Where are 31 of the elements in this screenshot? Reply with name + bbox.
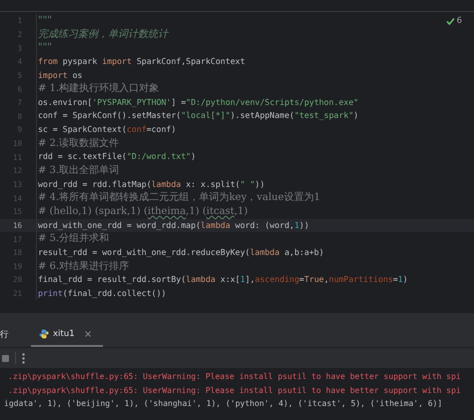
- code-line: # 6.对结果进行排序: [36, 260, 130, 274]
- code-line: os.environ['PYSPARK_PYTHON'] ="D:/python/venv/Scripts/python.exe": [36, 96, 358, 110]
- stop-icon[interactable]: [2, 354, 9, 362]
- code-line: # 2.读取数据文件: [36, 136, 120, 150]
- code-line: result_rdd = word_with_one_rdd.reduceByKey(lambda a,b:a+b): [36, 246, 324, 260]
- code-line: word_with_one_rdd = word_rdd.map(lambda word: (word,1)): [36, 218, 310, 232]
- code-line: final_rdd = result_rdd.sortBy(lambda x:x[1],ascending=True,numPartitions=1): [36, 273, 408, 287]
- output-line: igdata', 1), ('beijing', 1), ('shanghai', 1), ('python', 4), ('itcast', 5), ('itheima', 6)]: [3, 398, 444, 410]
- code-line: """: [36, 14, 52, 28]
- code-line: print(final_rdd.collect()): [36, 286, 166, 300]
- code-line: # 1.构建执行环境入口对象: [36, 82, 160, 96]
- check-icon: [446, 16, 455, 26]
- code-line: sc = SparkContext(conf=conf): [36, 123, 176, 137]
- code-line: # 4.将所有单词都转换成二元元组，单词为key，value设置为1: [36, 191, 320, 205]
- code-line: conf = SparkConf().setMaster("local[*]").setAppName("test_spark"): [36, 109, 358, 124]
- code-line: """: [36, 41, 52, 55]
- code-line: import os: [36, 68, 82, 82]
- code-line: # 5.分组并求和: [36, 232, 110, 246]
- python-icon: [39, 329, 49, 339]
- more-icon[interactable]: [22, 352, 25, 364]
- close-icon[interactable]: [84, 331, 91, 337]
- warning-line: .zip\pyspark\shuffle.py:65: UserWarning: Please install psutil to have better support with spi: [7, 384, 462, 397]
- code-line: rdd = sc.textFile("D:/word.txt"): [36, 150, 196, 164]
- code-line: 完成练习案例，单词计数统计: [36, 28, 168, 42]
- code-line: from pyspark import SparkConf,SparkContext: [36, 54, 246, 69]
- code-line: word_rdd = rdd.flatMap(lambda x: x.split(" ")): [36, 178, 265, 192]
- warning-line: .zip\pyspark\shuffle.py:65: UserWarning: Please install psutil to have better support with spi: [7, 371, 462, 383]
- inspection-count[interactable]: 6: [456, 16, 462, 26]
- code-line: # 3.取出全部单词: [36, 164, 120, 178]
- run-tab[interactable]: xitu1: [31, 323, 103, 347]
- run-tab[interactable]: 行: [0, 323, 17, 347]
